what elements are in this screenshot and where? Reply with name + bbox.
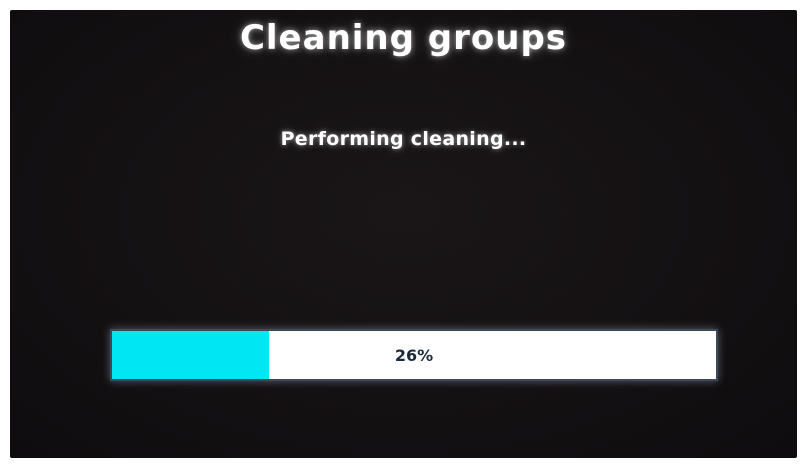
progress-bar: 26% xyxy=(110,329,718,381)
page-title: Cleaning groups xyxy=(239,18,568,58)
display-screen: Cleaning groups Performing cleaning... 2… xyxy=(10,10,797,458)
status-text: Performing cleaning... xyxy=(280,128,527,150)
device-bezel: Cleaning groups Performing cleaning... 2… xyxy=(0,0,803,464)
progress-percentage: 26% xyxy=(394,345,434,365)
